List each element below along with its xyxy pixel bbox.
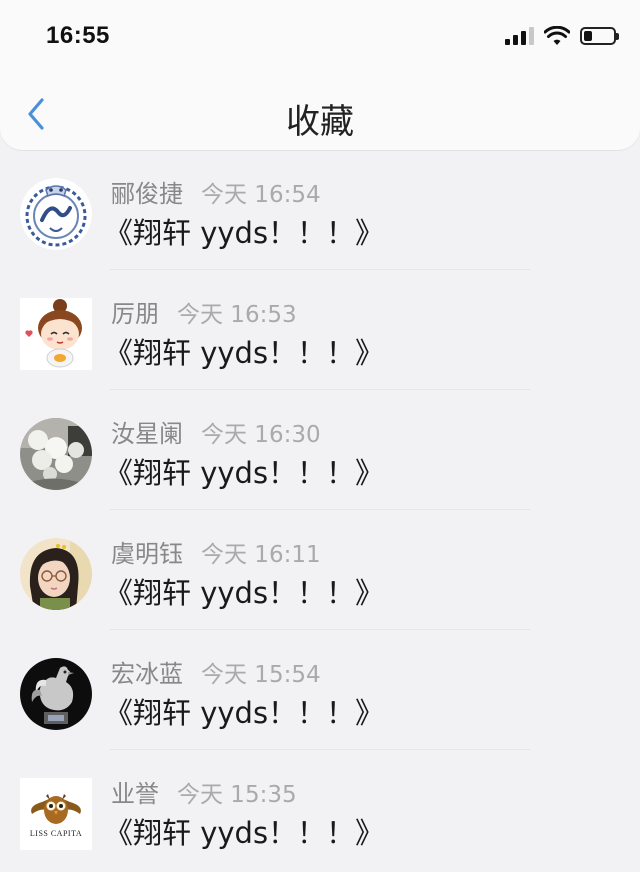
girl-with-glasses-image	[20, 538, 92, 610]
item-meta: 郦俊捷 今天 16:54	[111, 174, 321, 209]
list-item[interactable]: 宏冰蓝 今天 15:54 《翔轩 yyds！！！》	[0, 630, 640, 750]
battery-icon	[580, 27, 619, 45]
page-title: 收藏	[286, 102, 354, 142]
wifi-icon	[544, 26, 570, 45]
avatar[interactable]	[20, 178, 92, 250]
avatar[interactable]: LISS CAPITA	[20, 778, 92, 850]
item-meta: 虞明钰 今天 16:11	[111, 534, 321, 569]
item-meta: 业誉 今天 15:35	[111, 774, 297, 809]
message-text: 《翔轩 yyds！！！》	[104, 696, 385, 730]
cartoon-girl-image	[20, 298, 92, 370]
item-meta: 厉朋 今天 16:53	[111, 294, 297, 329]
status-icons	[505, 26, 619, 46]
status-bar: 16:55	[0, 0, 640, 76]
post-time: 今天 16:11	[201, 542, 321, 568]
navigation-bar: 收藏	[0, 76, 640, 150]
message-text: 《翔轩 yyds！！！》	[104, 456, 385, 490]
avatar[interactable]	[20, 418, 92, 490]
post-time: 今天 15:54	[201, 662, 321, 688]
favorites-list: 郦俊捷 今天 16:54 《翔轩 yyds！！！》 厉朋 今天 16:53 《翔…	[0, 150, 640, 870]
white-flowers-image	[20, 418, 92, 490]
avatar[interactable]	[20, 538, 92, 610]
status-time: 16:55	[46, 22, 110, 49]
blue-porcelain-logo-image	[20, 178, 92, 250]
list-item[interactable]: 汝星阑 今天 16:30 《翔轩 yyds！！！》	[0, 390, 640, 510]
cellular-signal-icon	[505, 27, 534, 45]
avatar[interactable]	[20, 658, 92, 730]
post-time: 今天 16:54	[201, 182, 321, 208]
post-time: 今天 16:53	[177, 302, 297, 328]
user-name: 厉朋	[111, 300, 159, 328]
user-name: 宏冰蓝	[111, 660, 183, 688]
user-name: 郦俊捷	[111, 180, 183, 208]
item-meta: 宏冰蓝 今天 15:54	[111, 654, 321, 689]
user-name: 业誉	[111, 780, 159, 808]
message-text: 《翔轩 yyds！！！》	[104, 576, 385, 610]
silver-rooster-image	[20, 658, 92, 730]
item-meta: 汝星阑 今天 16:30	[111, 414, 321, 449]
user-name: 虞明钰	[111, 540, 183, 568]
avatar[interactable]	[20, 298, 92, 370]
list-item[interactable]: 厉朋 今天 16:53 《翔轩 yyds！！！》	[0, 270, 640, 390]
logo-text: LISS CAPITA	[30, 829, 82, 838]
list-item[interactable]: LISS CAPITA 业誉 今天 15:35 《翔轩 yyds！！！》	[0, 750, 640, 870]
list-item[interactable]: 郦俊捷 今天 16:54 《翔轩 yyds！！！》	[0, 150, 640, 270]
message-text: 《翔轩 yyds！！！》	[104, 816, 385, 850]
owl-bliss-capital-logo: LISS CAPITA	[20, 778, 92, 850]
list-item[interactable]: 虞明钰 今天 16:11 《翔轩 yyds！！！》	[0, 510, 640, 630]
message-text: 《翔轩 yyds！！！》	[104, 336, 385, 370]
post-time: 今天 16:30	[201, 422, 321, 448]
post-time: 今天 15:35	[177, 782, 297, 808]
user-name: 汝星阑	[111, 420, 183, 448]
message-text: 《翔轩 yyds！！！》	[104, 216, 385, 250]
